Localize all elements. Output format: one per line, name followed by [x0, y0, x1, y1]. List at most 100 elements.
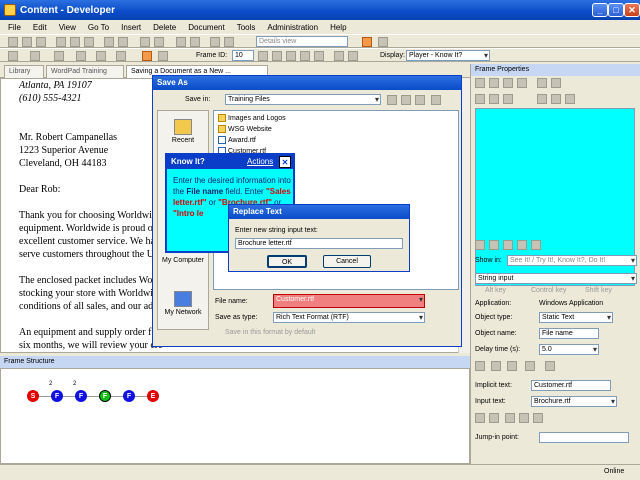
new-folder-icon[interactable]: [415, 95, 425, 105]
default-format-checkbox[interactable]: Save in this format by default: [225, 329, 315, 336]
grid-icon[interactable]: [533, 413, 543, 423]
minimize-button[interactable]: _: [592, 3, 608, 17]
tab-library[interactable]: Library: [4, 65, 44, 78]
know-it-close-icon[interactable]: ✕: [279, 156, 291, 168]
back-icon[interactable]: [387, 95, 397, 105]
highlight-icon[interactable]: [362, 37, 372, 47]
indent-icon[interactable]: [54, 51, 64, 61]
open-icon[interactable]: [22, 37, 32, 47]
cut-icon[interactable]: [56, 37, 66, 47]
find-icon[interactable]: [154, 37, 164, 47]
menu-delete[interactable]: Delete: [153, 23, 176, 32]
align-left-icon[interactable]: [475, 94, 485, 104]
actions-link[interactable]: Actions: [247, 155, 273, 169]
menu-document[interactable]: Document: [188, 23, 224, 32]
new-icon[interactable]: [8, 37, 18, 47]
save-type-combo[interactable]: Rich Text Format (RTF): [273, 312, 425, 323]
save-in-combo[interactable]: Training Files: [225, 94, 381, 105]
color-icon[interactable]: [551, 78, 561, 88]
text-icon[interactable]: [537, 78, 547, 88]
frame-node-start[interactable]: S: [27, 390, 39, 402]
copy-icon[interactable]: [70, 37, 80, 47]
align-icon[interactable]: [30, 51, 40, 61]
cut-icon[interactable]: [489, 78, 499, 88]
play-icon[interactable]: [334, 51, 344, 61]
frame-node[interactable]: F: [51, 390, 63, 402]
ok-button[interactable]: OK: [267, 255, 307, 268]
frame-node[interactable]: F: [75, 390, 87, 402]
cursor-icon[interactable]: [545, 361, 555, 371]
stop-icon[interactable]: [348, 51, 358, 61]
place-recent[interactable]: Recent: [158, 119, 208, 144]
settings-icon[interactable]: [531, 240, 541, 250]
forward-icon[interactable]: [96, 51, 106, 61]
frame-node-current[interactable]: F: [99, 390, 111, 402]
redo-icon[interactable]: [118, 37, 128, 47]
person-icon[interactable]: [475, 361, 485, 371]
add-frame-icon[interactable]: [176, 37, 186, 47]
cut2-icon[interactable]: [140, 37, 150, 47]
menu-insert[interactable]: Insert: [121, 23, 141, 32]
paste-icon[interactable]: [84, 37, 94, 47]
display-combo[interactable]: Player - Know It?: [406, 50, 490, 61]
up-folder-icon[interactable]: [401, 95, 411, 105]
goto-frame-icon[interactable]: [258, 51, 268, 61]
frame-id-field[interactable]: 10: [232, 50, 254, 61]
delay-field[interactable]: 5.0: [539, 344, 599, 355]
first-frame-icon[interactable]: [272, 51, 282, 61]
action-combo[interactable]: String input: [475, 273, 637, 284]
frame-node[interactable]: F: [123, 390, 135, 402]
undo-icon[interactable]: [104, 37, 114, 47]
italic-icon[interactable]: [551, 94, 561, 104]
view-combo[interactable]: Details view: [256, 36, 348, 47]
show-in-combo[interactable]: See It! / Try It!, Know It?, Do It!: [507, 255, 637, 266]
input-text-combo[interactable]: Brochure.rtf: [531, 396, 617, 407]
image-icon[interactable]: [489, 240, 499, 250]
jump-in-field[interactable]: [539, 432, 629, 443]
alt-key-checkbox[interactable]: Alt key: [485, 287, 506, 294]
copy-icon[interactable]: [503, 78, 513, 88]
font-icon[interactable]: [475, 78, 485, 88]
menu-administration[interactable]: Administration: [267, 23, 318, 32]
menu-view[interactable]: View: [59, 23, 76, 32]
close-button[interactable]: ✕: [624, 3, 640, 17]
paste-icon[interactable]: [517, 78, 527, 88]
save-icon[interactable]: [36, 37, 46, 47]
menu-edit[interactable]: Edit: [33, 23, 47, 32]
cancel-button[interactable]: Cancel: [323, 255, 371, 268]
font-icon[interactable]: [475, 413, 485, 423]
control-key-checkbox[interactable]: Control key: [531, 287, 566, 294]
menu-goto[interactable]: Go To: [88, 23, 109, 32]
views-icon[interactable]: [431, 95, 441, 105]
text-color-icon[interactable]: [505, 413, 515, 423]
layout-icon[interactable]: [378, 37, 388, 47]
frame-node-end[interactable]: E: [147, 390, 159, 402]
menu-help[interactable]: Help: [330, 23, 346, 32]
list-icon[interactable]: [116, 51, 126, 61]
implicit-text-field[interactable]: Customer.rtf: [531, 380, 611, 391]
paint-icon[interactable]: [489, 413, 499, 423]
list-item[interactable]: Images and Logos: [218, 114, 286, 122]
bullet-icon[interactable]: [8, 51, 18, 61]
next-frame-icon[interactable]: [300, 51, 310, 61]
cursor-icon[interactable]: [142, 51, 152, 61]
last-frame-icon[interactable]: [314, 51, 324, 61]
underline-icon[interactable]: [565, 94, 575, 104]
record-icon[interactable]: [224, 37, 234, 47]
place-my-network[interactable]: My Network: [158, 291, 208, 316]
menu-file[interactable]: File: [8, 23, 21, 32]
menu-tools[interactable]: Tools: [237, 23, 256, 32]
delete-frame-icon[interactable]: [190, 37, 200, 47]
prev-frame-icon[interactable]: [286, 51, 296, 61]
maximize-button[interactable]: □: [608, 3, 624, 17]
text-input-icon[interactable]: [507, 361, 517, 371]
list-item[interactable]: WSG Website: [218, 125, 272, 133]
sound-icon[interactable]: [503, 240, 513, 250]
object-type-combo[interactable]: Static Text: [539, 312, 613, 323]
highlight-icon[interactable]: [525, 361, 535, 371]
preview-icon[interactable]: [210, 37, 220, 47]
frame-icon[interactable]: [158, 51, 168, 61]
align-right-icon[interactable]: [503, 94, 513, 104]
align-center-icon[interactable]: [489, 94, 499, 104]
bold-icon[interactable]: [537, 94, 547, 104]
